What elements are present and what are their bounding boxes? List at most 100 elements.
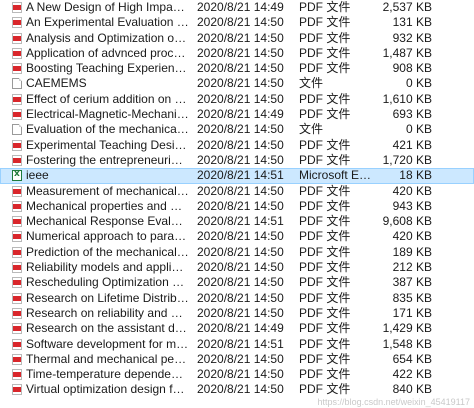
file-row[interactable]: Analysis and Optimization of Mechan... 20… <box>0 31 474 46</box>
file-row[interactable]: Experimental Teaching Design of Me... 202… <box>0 138 474 153</box>
file-size: 0 KB <box>405 122 432 137</box>
file-name: Research on reliability and maintaina... <box>26 305 189 320</box>
file-date-modified: 2020/8/21 14:50 <box>197 15 284 30</box>
pdf-icon <box>12 292 22 304</box>
file-size: 0 KB <box>405 76 432 91</box>
file-row[interactable]: Effect of cerium addition on microstr...… <box>0 92 474 107</box>
pdf-icon <box>12 109 22 121</box>
file-name: Experimental Teaching Design of Me... <box>26 137 189 152</box>
file-row[interactable]: Research on reliability and maintaina...… <box>0 306 474 321</box>
file-row[interactable]: Virtual optimization design for mech... 2… <box>0 382 474 397</box>
file-name: Thermal and mechanical performanc... <box>26 351 189 366</box>
file-size: 421 KB <box>392 137 432 152</box>
file-name: Mechanical properties and microstru... <box>26 198 189 213</box>
file-date-modified: 2020/8/21 14:50 <box>197 61 284 76</box>
file-name: An Experimental Evaluation Method f... <box>26 15 189 30</box>
file-date-modified: 2020/8/21 14:50 <box>197 198 284 213</box>
file-date-modified: 2020/8/21 14:50 <box>197 30 284 45</box>
file-date-modified: 2020/8/21 14:50 <box>197 290 284 305</box>
file-size: 1,720 KB <box>382 152 432 167</box>
file-date-modified: 2020/8/21 14:50 <box>197 229 284 244</box>
file-size: 212 KB <box>392 260 432 275</box>
file-name: Research on the assistant decision-m... <box>26 321 189 336</box>
file-row[interactable]: Prediction of the mechanical propert... 2… <box>0 245 474 260</box>
file-date-modified: 2020/8/21 14:49 <box>197 321 284 336</box>
file-row[interactable]: CAEMEMS 2020/8/21 14:50 文件 0 KB <box>0 76 474 91</box>
file-size: 387 KB <box>392 275 432 290</box>
file-name: Analysis and Optimization of Mechan... <box>26 30 189 45</box>
file-row[interactable]: Application of advnced process cont... 20… <box>0 46 474 61</box>
pdf-icon <box>12 200 22 212</box>
file-row[interactable]: Boosting Teaching Experience in Me... 202… <box>0 61 474 76</box>
blank-file-icon <box>12 78 22 90</box>
file-row[interactable]: Electrical-Magnetic-Mechanical Mod... 202… <box>0 107 474 122</box>
file-date-modified: 2020/8/21 14:50 <box>197 305 284 320</box>
file-row[interactable]: Fostering the entrepreneurial minds... 20… <box>0 153 474 168</box>
file-date-modified: 2020/8/21 14:49 <box>197 0 284 14</box>
file-row[interactable]: Reliability models and application in ..… <box>0 260 474 275</box>
file-name: Electrical-Magnetic-Mechanical Mod... <box>26 107 189 122</box>
pdf-icon <box>12 338 22 350</box>
file-name: Time-temperature dependent mech... <box>26 367 189 382</box>
pdf-icon <box>12 353 22 365</box>
file-size: 654 KB <box>392 351 432 366</box>
file-date-modified: 2020/8/21 14:50 <box>197 351 284 366</box>
pdf-icon <box>12 246 22 258</box>
pdf-icon <box>12 93 22 105</box>
file-date-modified: 2020/8/21 14:50 <box>197 367 284 382</box>
file-row[interactable]: Rescheduling Optimization of Compl... 202… <box>0 275 474 290</box>
file-date-modified: 2020/8/21 14:51 <box>197 336 284 351</box>
file-size: 422 KB <box>392 367 432 382</box>
file-date-modified: 2020/8/21 14:50 <box>197 382 284 397</box>
pdf-icon <box>12 369 22 381</box>
file-name: Research on Lifetime Distribution M... <box>26 290 189 305</box>
file-row[interactable]: Software development for mechanic... 2020… <box>0 337 474 352</box>
file-date-modified: 2020/8/21 14:50 <box>197 91 284 106</box>
file-size: 420 KB <box>392 183 432 198</box>
file-row[interactable]: Mechanical properties and microstru... 20… <box>0 199 474 214</box>
file-size: 693 KB <box>392 107 432 122</box>
file-date-modified: 2020/8/21 14:50 <box>197 122 284 137</box>
file-date-modified: 2020/8/21 14:50 <box>197 152 284 167</box>
file-date-modified: 2020/8/21 14:50 <box>197 76 284 91</box>
pdf-icon <box>12 139 22 151</box>
file-row[interactable]: Measurement of mechanical properti... 202… <box>0 184 474 199</box>
pdf-icon <box>12 307 22 319</box>
file-name: Rescheduling Optimization of Compl... <box>26 275 189 290</box>
file-row[interactable]: ieee2020/8/21 14:51Microsoft Excel ...18… <box>0 168 474 184</box>
file-date-modified: 2020/8/21 14:50 <box>197 275 284 290</box>
pdf-icon <box>12 47 22 59</box>
file-date-modified: 2020/8/21 14:50 <box>197 244 284 259</box>
file-name: Effect of cerium addition on microstr... <box>26 91 189 106</box>
file-name: CAEMEMS <box>26 76 87 91</box>
file-date-modified: 2020/8/21 14:50 <box>197 183 284 198</box>
file-row[interactable]: A New Design of High Impact Load R... 202… <box>0 0 474 15</box>
file-row[interactable]: Mechanical Response Evaluation of H... 20… <box>0 214 474 229</box>
file-size: 131 KB <box>392 15 432 30</box>
file-name: Fostering the entrepreneurial minds... <box>26 152 189 167</box>
file-date-modified: 2020/8/21 14:50 <box>197 45 284 60</box>
file-row[interactable]: Numerical approach to parameter id... 202… <box>0 229 474 244</box>
file-row[interactable]: Time-temperature dependent mech... 2020/8… <box>0 367 474 382</box>
pdf-icon <box>12 17 22 29</box>
file-name: Prediction of the mechanical propert... <box>26 244 189 259</box>
file-date-modified: 2020/8/21 14:51 <box>197 168 284 183</box>
pdf-icon <box>12 231 22 243</box>
file-size: 943 KB <box>392 198 432 213</box>
pdf-icon <box>12 216 22 228</box>
file-row[interactable]: Research on Lifetime Distribution M... 20… <box>0 291 474 306</box>
file-name: Mechanical Response Evaluation of H... <box>26 214 189 229</box>
file-name: Evaluation of the mechanical system ... <box>26 122 189 137</box>
file-row[interactable]: Thermal and mechanical performanc... 2020… <box>0 352 474 367</box>
watermark: https://blog.csdn.net/weixin_45419117 <box>317 397 470 407</box>
file-date-modified: 2020/8/21 14:50 <box>197 260 284 275</box>
pdf-icon <box>12 323 22 335</box>
file-row[interactable]: Evaluation of the mechanical system ... 2… <box>0 122 474 137</box>
file-name: Measurement of mechanical properti... <box>26 183 189 198</box>
file-row[interactable]: An Experimental Evaluation Method f... 20… <box>0 15 474 30</box>
file-name: Numerical approach to parameter id... <box>26 229 189 244</box>
file-size: 2,537 KB <box>382 0 432 14</box>
file-row[interactable]: Research on the assistant decision-m... 2… <box>0 321 474 336</box>
file-size: 1,548 KB <box>382 336 432 351</box>
pdf-icon <box>12 185 22 197</box>
